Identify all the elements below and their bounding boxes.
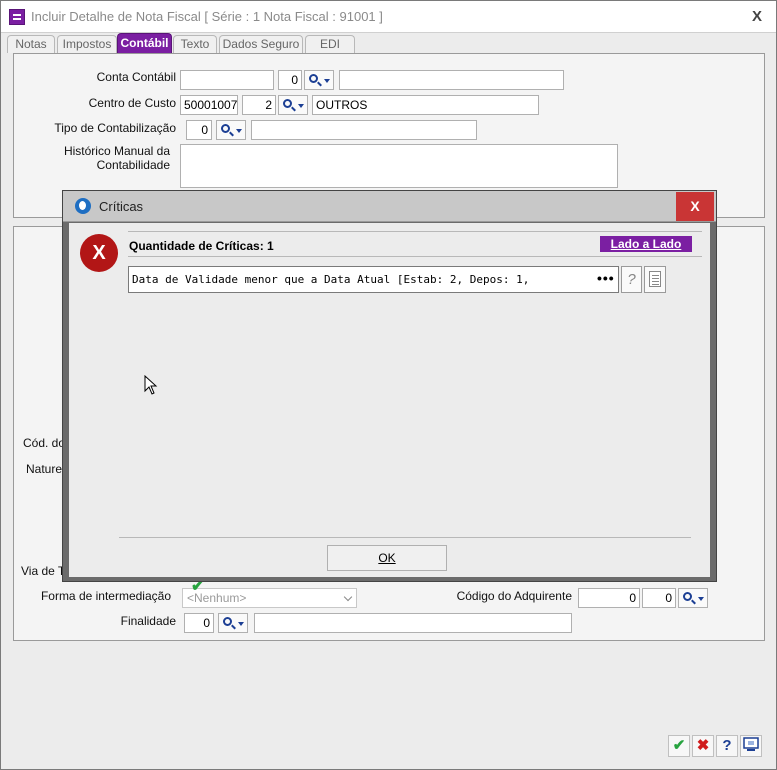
conta-contabil-label: Conta Contábil xyxy=(96,70,176,84)
more-dots: ••• xyxy=(597,270,615,286)
search-icon xyxy=(223,617,232,626)
codigo-adquirente-lookup-button[interactable] xyxy=(678,588,708,608)
centro-custo-description[interactable]: OUTROS xyxy=(312,95,539,115)
ok-label: OK xyxy=(378,551,396,565)
tab-texto[interactable]: Texto xyxy=(173,35,217,53)
centro-custo-label: Centro de Custo xyxy=(88,96,176,110)
search-icon xyxy=(283,99,292,108)
dialog-title: Críticas xyxy=(99,199,144,214)
criticas-dialog: Críticas X X Quantidade de Críticas: 1 L… xyxy=(62,190,717,582)
finalidade-code-input[interactable]: 0 xyxy=(184,613,214,633)
conta-contabil-code-input[interactable] xyxy=(180,70,274,90)
conta-contabil-description[interactable] xyxy=(339,70,564,90)
document-icon xyxy=(649,271,661,287)
divider xyxy=(128,231,702,232)
error-icon: X xyxy=(80,234,118,272)
centro-custo-lookup-button[interactable] xyxy=(278,95,308,115)
centro-custo-code-input[interactable]: 50001007 xyxy=(180,95,238,115)
dialog-body: X Quantidade de Críticas: 1 Lado a Lado … xyxy=(69,223,710,577)
tab-impostos[interactable]: Impostos xyxy=(57,35,117,53)
critica-detail-button[interactable] xyxy=(644,266,666,293)
cancel-button[interactable]: ✖ xyxy=(692,735,714,757)
finalidade-label: Finalidade xyxy=(120,614,176,628)
codigo-adquirente-digit-input[interactable]: 0 xyxy=(642,588,676,608)
divider xyxy=(128,256,702,257)
ok-button[interactable]: OK xyxy=(327,545,447,571)
tab-notas[interactable]: Notas xyxy=(7,35,55,53)
search-icon xyxy=(309,74,318,83)
cursor-icon xyxy=(144,374,158,395)
dropdown-arrow-icon xyxy=(236,129,242,133)
natureza-label: Nature xyxy=(26,462,63,476)
help-button[interactable]: ? xyxy=(716,735,738,757)
chevron-down-icon xyxy=(343,592,353,602)
search-icon xyxy=(221,124,230,133)
forma-intermediacao-select[interactable]: <Nenhum> xyxy=(182,588,357,608)
dropdown-arrow-icon xyxy=(298,104,304,108)
confirm-button[interactable]: ✔ xyxy=(668,735,690,757)
window-close-button[interactable]: X xyxy=(745,7,769,27)
print-button[interactable] xyxy=(740,735,762,757)
finalidade-description[interactable] xyxy=(254,613,572,633)
tab-dados-seguro[interactable]: Dados Seguro xyxy=(219,35,303,53)
search-icon xyxy=(683,592,692,601)
dialog-titlebar: Críticas X xyxy=(63,191,716,222)
conta-contabil-lookup-button[interactable] xyxy=(304,70,334,90)
app-icon xyxy=(9,9,25,25)
codigo-adquirente-input[interactable]: 0 xyxy=(578,588,640,608)
codigo-adquirente-label: Código do Adquirente xyxy=(456,589,572,603)
tipo-contabilizacao-label: Tipo de Contabilização xyxy=(54,121,176,135)
conta-contabil-digit-input[interactable]: 0 xyxy=(278,70,302,90)
dropdown-arrow-icon xyxy=(238,622,244,626)
historico-label-line2: Contabilidade xyxy=(96,158,170,172)
critica-text-field[interactable]: Data de Validade menor que a Data Atual … xyxy=(128,266,619,293)
historico-textarea[interactable] xyxy=(180,144,618,188)
tipo-contabilizacao-description[interactable] xyxy=(251,120,477,140)
finalidade-lookup-button[interactable] xyxy=(218,613,248,633)
tab-contabil[interactable]: Contábil xyxy=(117,33,172,53)
forma-intermediacao-label: Forma de intermediação xyxy=(40,589,171,603)
tipo-contabilizacao-lookup-button[interactable] xyxy=(216,120,246,140)
dialog-close-button[interactable]: X xyxy=(676,192,714,221)
centro-custo-digit-input[interactable]: 2 xyxy=(242,95,276,115)
window-titlebar: Incluir Detalhe de Nota Fiscal [ Série :… xyxy=(1,1,776,33)
window-title: Incluir Detalhe de Nota Fiscal [ Série :… xyxy=(31,9,383,24)
dropdown-arrow-icon xyxy=(324,79,330,83)
criticas-count-label: Quantidade de Críticas: 1 xyxy=(129,239,274,253)
historico-label-line1: Histórico Manual da xyxy=(63,144,170,158)
monitor-icon xyxy=(743,737,759,751)
lado-a-lado-button[interactable]: Lado a Lado xyxy=(600,236,692,252)
tab-edi[interactable]: EDI xyxy=(305,35,355,53)
dialog-app-icon xyxy=(75,198,91,214)
divider xyxy=(119,537,691,538)
tipo-contabilizacao-code-input[interactable]: 0 xyxy=(186,120,212,140)
dropdown-arrow-icon xyxy=(698,597,704,601)
cod-label: Cód. do xyxy=(23,436,66,450)
critica-help-button[interactable]: ? xyxy=(621,266,642,293)
